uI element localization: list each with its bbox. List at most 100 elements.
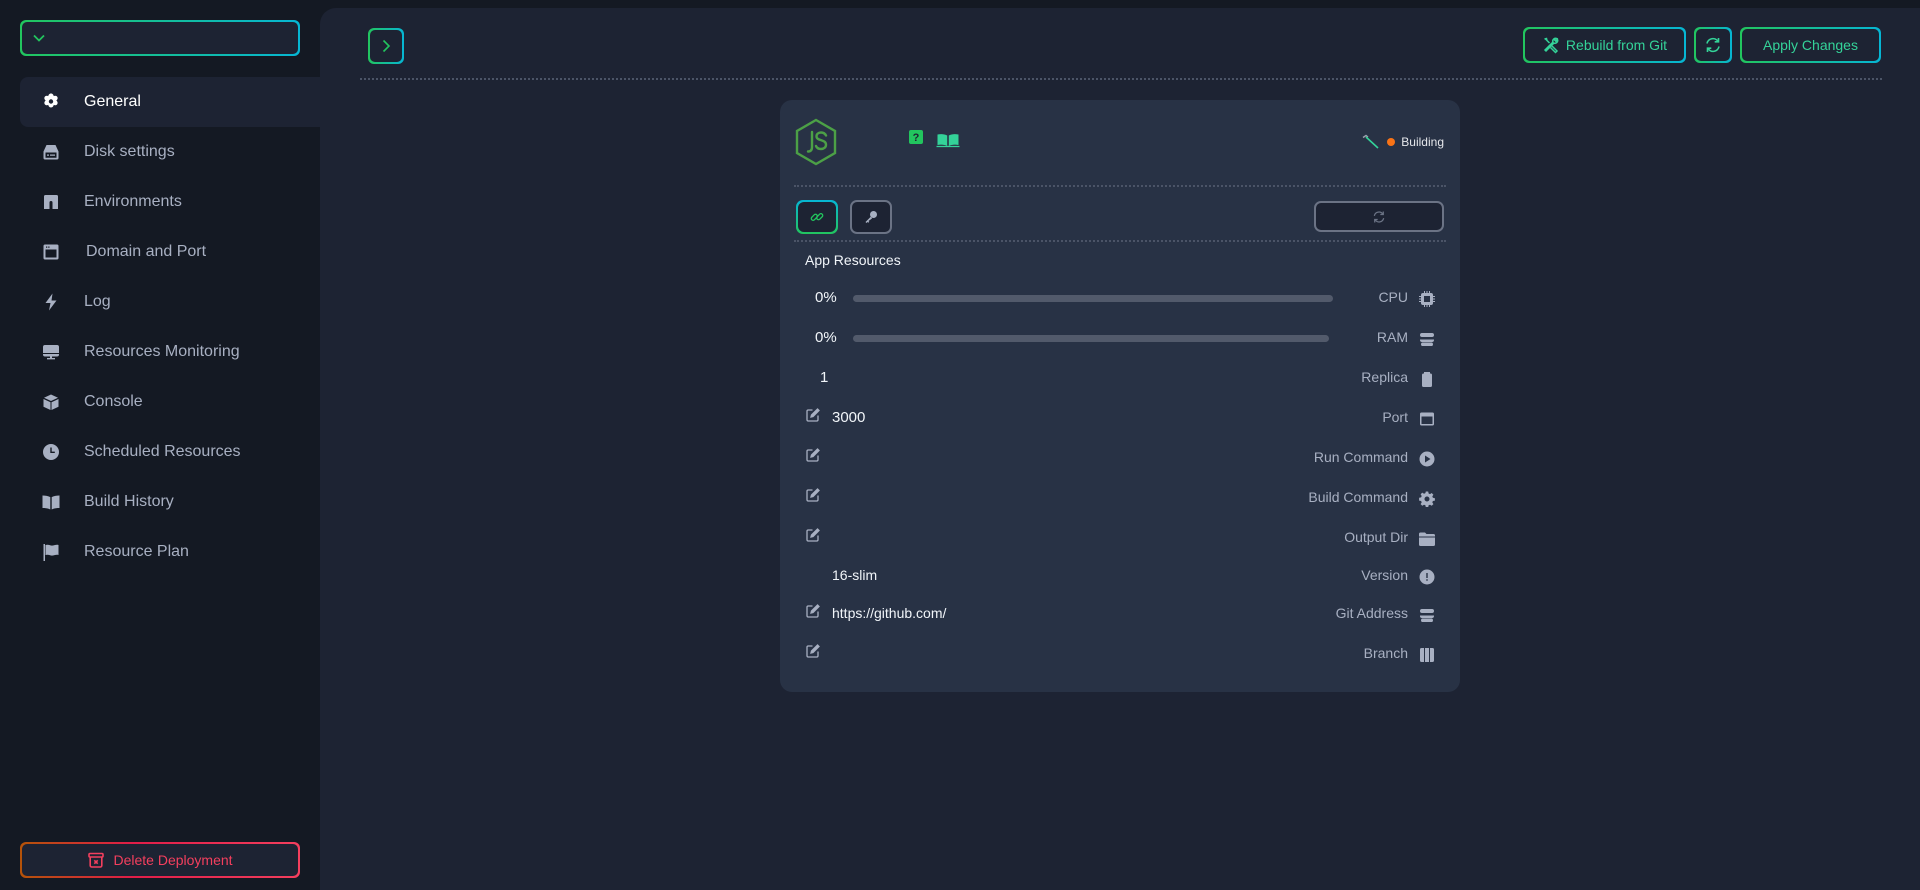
- ram-label: RAM: [1376, 329, 1408, 345]
- resource-row-ram: 0% RAM: [780, 324, 1460, 354]
- sidebar-item-general[interactable]: General: [20, 77, 320, 127]
- build-command-label: Build Command: [1308, 489, 1408, 505]
- hammer-icon: [1362, 134, 1379, 149]
- sidebar-item-resource-plan[interactable]: Resource Plan: [20, 527, 320, 577]
- sidebar-item-label: Disk settings: [84, 143, 175, 160]
- archive-x-icon: [88, 852, 105, 868]
- columns-icon: [1418, 646, 1436, 664]
- sidebar-item-label: Environments: [84, 193, 182, 210]
- docs-book-icon[interactable]: [936, 132, 960, 148]
- status-label: Building: [1401, 135, 1444, 149]
- resource-row-output-dir: Output Dir: [780, 524, 1460, 554]
- resource-row-cpu: 0% CPU: [780, 284, 1460, 314]
- domain-link-button[interactable]: [796, 200, 838, 234]
- sidebar: General Disk settings Environments Domai…: [0, 0, 320, 890]
- sidebar-item-label: Scheduled Resources: [84, 443, 241, 460]
- toolbar-divider: [360, 78, 1882, 80]
- edit-build-command-icon[interactable]: [806, 488, 820, 502]
- sidebar-item-scheduled-resources[interactable]: Scheduled Resources: [20, 427, 320, 477]
- help-icon[interactable]: ?: [909, 130, 923, 144]
- ram-usage-bar: [853, 335, 1329, 342]
- resource-row-branch: Branch: [780, 640, 1460, 670]
- gear-flower-icon: [40, 91, 62, 113]
- status-dot: [1387, 138, 1396, 146]
- apply-changes-button[interactable]: Apply Changes: [1740, 27, 1881, 63]
- rebuild-from-git-label: Rebuild from Git: [1565, 37, 1668, 53]
- credentials-key-button[interactable]: [850, 200, 892, 234]
- sidebar-item-label: Domain and Port: [86, 243, 207, 260]
- card-divider: [794, 185, 1446, 187]
- branch-label: Branch: [1363, 645, 1408, 661]
- clipboard-icon: [1418, 370, 1436, 388]
- sidebar-nav: General Disk settings Environments Domai…: [20, 77, 320, 577]
- refresh-icon: [1706, 37, 1720, 53]
- output-dir-label: Output Dir: [1344, 529, 1408, 545]
- server-icon: [1418, 330, 1436, 348]
- sidebar-item-label: Console: [84, 393, 143, 410]
- sidebar-item-resources-monitoring[interactable]: Resources Monitoring: [20, 327, 320, 377]
- expand-sidebar-button[interactable]: [368, 28, 404, 64]
- apply-changes-label: Apply Changes: [1763, 37, 1858, 53]
- folder-open-icon: [1418, 530, 1436, 548]
- svg-text:?: ?: [913, 132, 920, 144]
- sidebar-item-label: Resources Monitoring: [84, 343, 240, 360]
- sidebar-item-build-history[interactable]: Build History: [20, 477, 320, 527]
- delete-deployment-label: Delete Deployment: [113, 852, 233, 868]
- sidebar-item-label: Log: [84, 293, 111, 310]
- version-value: 16-slim: [832, 567, 878, 583]
- edit-output-dir-icon[interactable]: [806, 528, 820, 542]
- build-status: Building: [1361, 134, 1444, 150]
- key-icon: [865, 211, 877, 223]
- clock-icon: [40, 441, 62, 463]
- resource-row-replica: 1 Replica: [780, 364, 1460, 394]
- cpu-value: 0%: [815, 289, 837, 306]
- version-label: Version: [1361, 567, 1408, 583]
- card-divider: [794, 240, 1446, 242]
- delete-deployment-button[interactable]: Delete Deployment: [20, 842, 300, 878]
- flag-icon: [40, 541, 62, 563]
- resource-row-version: 16-slim Version: [780, 562, 1460, 592]
- replica-label: Replica: [1361, 369, 1408, 385]
- sidebar-item-label: General: [84, 93, 141, 110]
- gear-icon: [1418, 490, 1436, 508]
- run-command-label: Run Command: [1313, 449, 1408, 465]
- sidebar-item-environments[interactable]: Environments: [20, 177, 320, 227]
- project-select[interactable]: [20, 20, 300, 56]
- main-panel: Rebuild from Git Apply Changes ? Buildin…: [320, 8, 1920, 890]
- ram-value: 0%: [815, 329, 837, 346]
- hard-drive-icon: [40, 141, 62, 163]
- monitor-icon: [40, 341, 62, 363]
- edit-git-address-icon[interactable]: [806, 604, 820, 618]
- edit-branch-icon[interactable]: [806, 644, 820, 658]
- sidebar-item-log[interactable]: Log: [20, 277, 320, 327]
- book-open-icon: [40, 491, 62, 513]
- cube-icon: [40, 391, 62, 413]
- sidebar-item-domain-and-port[interactable]: Domain and Port: [20, 227, 320, 277]
- refresh-button[interactable]: [1694, 27, 1732, 63]
- resource-row-run-command: Run Command: [780, 444, 1460, 474]
- sidebar-item-label: Build History: [84, 493, 174, 510]
- rebuild-from-git-button[interactable]: Rebuild from Git: [1523, 27, 1686, 63]
- app-card: ? Building App Resources 0% CPU 0% RAM 1…: [780, 100, 1460, 692]
- sync-button[interactable]: [1314, 201, 1444, 232]
- link-icon: [810, 213, 824, 221]
- edit-run-command-icon[interactable]: [806, 448, 820, 462]
- resource-row-git-address: https://github.com/ Git Address: [780, 600, 1460, 630]
- door-icon: [40, 191, 62, 213]
- git-address-label: Git Address: [1335, 605, 1408, 621]
- info-circle-icon: [1418, 568, 1436, 586]
- port-value: 3000: [832, 409, 866, 426]
- sidebar-item-disk-settings[interactable]: Disk settings: [20, 127, 320, 177]
- replica-value: 1: [820, 369, 829, 386]
- chevron-down-icon: [33, 34, 45, 42]
- git-address-value: https://github.com/: [832, 605, 947, 621]
- cpu-chip-icon: [1418, 290, 1436, 308]
- port-label: Port: [1382, 409, 1408, 425]
- browser-window-icon: [1418, 410, 1436, 428]
- tools-icon: [1543, 37, 1559, 54]
- browser-window-icon: [40, 241, 62, 263]
- play-circle-icon: [1418, 450, 1436, 468]
- edit-port-icon[interactable]: [806, 408, 820, 422]
- sidebar-item-console[interactable]: Console: [20, 377, 320, 427]
- cpu-usage-bar: [853, 295, 1333, 302]
